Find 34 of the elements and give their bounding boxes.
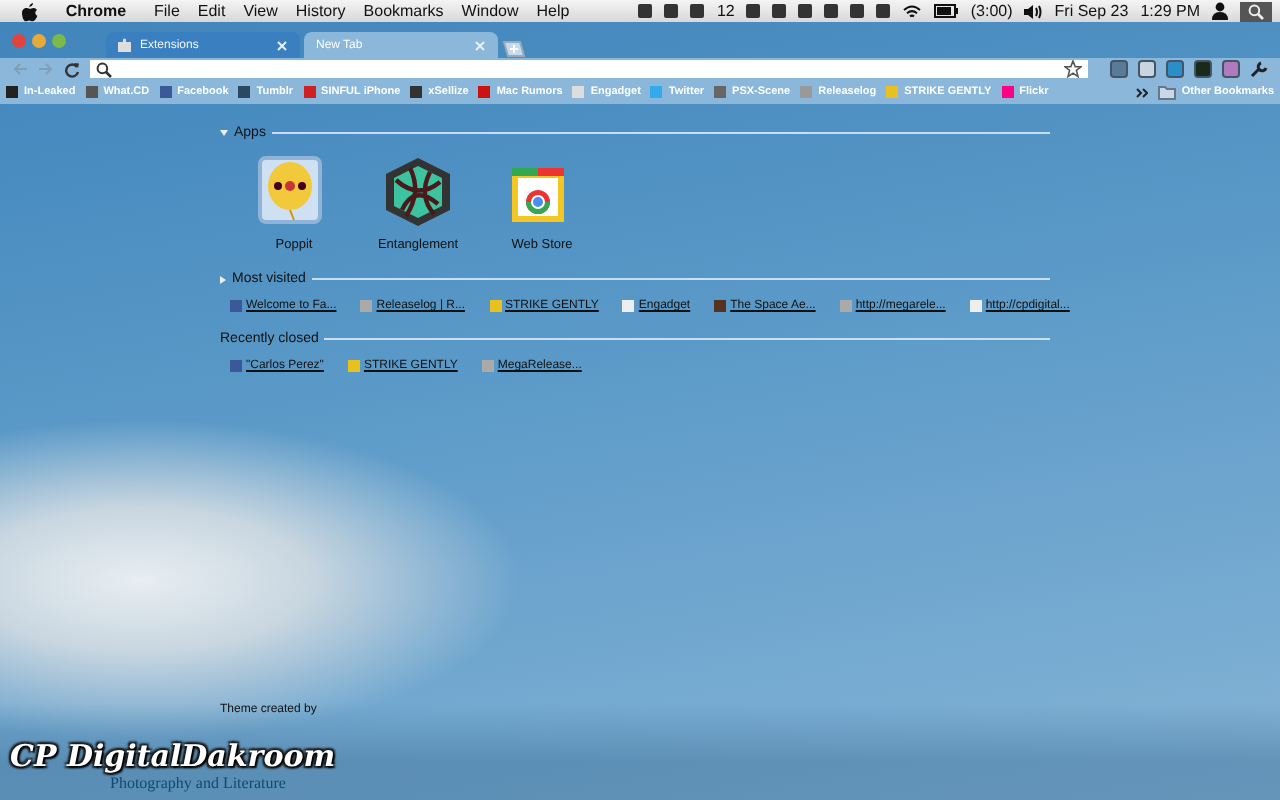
- spotlight-button[interactable]: [1240, 1, 1272, 21]
- hexagon-icon: [382, 156, 454, 228]
- disclosure-triangle[interactable]: [220, 275, 226, 283]
- status-count[interactable]: 12: [716, 2, 735, 20]
- search-icon: [96, 61, 112, 77]
- menu-item[interactable]: Chrome: [56, 2, 136, 20]
- new-tab-button[interactable]: [502, 40, 526, 58]
- user-icon[interactable]: [1212, 2, 1228, 20]
- disclosure-triangle[interactable]: [220, 130, 228, 136]
- clock-date[interactable]: Fri Sep 23: [1054, 2, 1129, 20]
- folder-icon: [1157, 85, 1176, 99]
- apple-icon[interactable]: [20, 1, 38, 21]
- theme-logo: CP DigitalDakroom: [10, 738, 338, 774]
- close-icon[interactable]: [276, 39, 288, 51]
- menu-item[interactable]: Help: [536, 2, 570, 20]
- speaker-icon[interactable]: [1024, 3, 1043, 19]
- star-icon[interactable]: [1064, 60, 1082, 78]
- menu-item[interactable]: Bookmarks: [363, 2, 444, 20]
- menu-item[interactable]: Window: [461, 2, 519, 20]
- wrench-icon[interactable]: [1250, 60, 1268, 78]
- puzzle-icon: [118, 38, 132, 52]
- menu-item[interactable]: File: [154, 2, 180, 20]
- chevron-icon[interactable]: [1135, 87, 1148, 97]
- menu-item[interactable]: Edit: [197, 2, 226, 20]
- reload-icon[interactable]: [64, 61, 80, 77]
- menu-item[interactable]: History: [295, 2, 346, 20]
- logo-tagline: Photography and Literature: [110, 774, 288, 792]
- address-field[interactable]: [90, 60, 1088, 78]
- battery-icon[interactable]: [934, 4, 959, 18]
- clock-time[interactable]: 1:29 PM: [1140, 2, 1200, 20]
- search-icon[interactable]: [1248, 3, 1264, 19]
- menu-item[interactable]: View: [243, 2, 278, 20]
- wifi-icon[interactable]: [902, 3, 923, 19]
- battery-time[interactable]: (3:00): [970, 2, 1013, 20]
